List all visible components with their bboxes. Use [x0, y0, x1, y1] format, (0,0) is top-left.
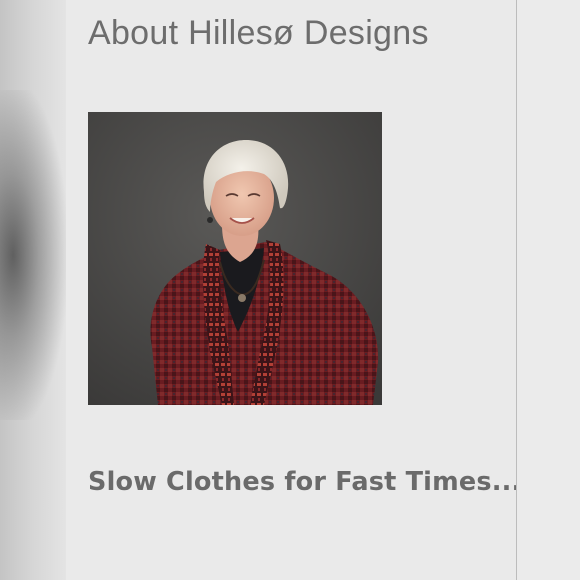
tagline: Slow Clothes for Fast Times.....	[88, 467, 542, 497]
page-title: About Hillesø Designs	[88, 14, 429, 52]
left-edge-blur	[0, 0, 66, 580]
portrait-photo	[88, 112, 382, 405]
blurred-shadow	[0, 90, 66, 420]
right-margin	[517, 0, 580, 580]
about-section: About Hillesø Designs Slow Clothes for F…	[66, 0, 541, 580]
